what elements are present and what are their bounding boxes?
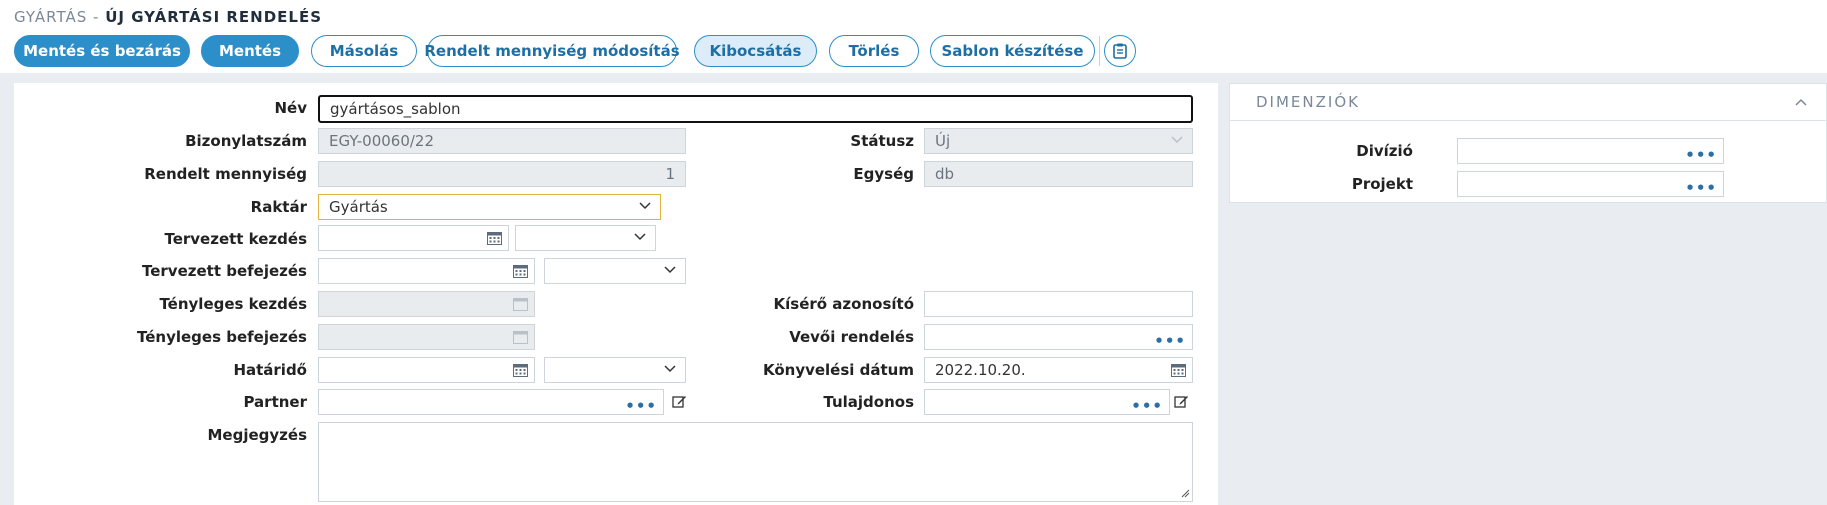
deadline-time-select[interactable] (544, 357, 686, 383)
save-and-close-button[interactable]: Mentés és bezárás (14, 35, 190, 67)
doc-number-value: EGY-00060/22 (329, 132, 435, 150)
deadline-date-input[interactable] (318, 357, 535, 383)
posting-date-input[interactable]: 2022.10.20. (924, 357, 1193, 383)
clipboard-icon (1113, 43, 1127, 59)
note-textarea[interactable] (318, 422, 1193, 502)
owner-label: Tulajdonos (823, 393, 914, 411)
posting-date-label: Könyvelési dátum (762, 361, 914, 379)
warehouse-value: Gyártás (329, 198, 388, 216)
page-title: GYÁRTÁS - ÚJ GYÁRTÁSI RENDELÉS (14, 8, 322, 26)
calendar-icon[interactable] (487, 231, 502, 245)
clipboard-button[interactable] (1104, 35, 1136, 67)
resize-handle-icon[interactable] (1180, 488, 1190, 498)
more-icon[interactable]: ••• (1154, 334, 1186, 349)
doc-number-field: EGY-00060/22 (318, 128, 686, 154)
customer-order-label: Vevői rendelés (789, 328, 914, 346)
name-input[interactable]: gyártásos_sablon (318, 95, 1193, 123)
calendar-icon[interactable] (513, 264, 528, 278)
toolbar-divider (1099, 36, 1100, 66)
more-icon[interactable]: ••• (1685, 148, 1717, 163)
posting-date-value: 2022.10.20. (935, 361, 1026, 379)
calendar-icon[interactable] (1171, 363, 1186, 377)
escort-id-label: Kísérő azonosító (773, 295, 914, 313)
warehouse-select[interactable]: Gyártás (318, 194, 661, 220)
doc-number-label: Bizonylatszám (185, 132, 307, 150)
actual-start-date-field (318, 291, 535, 317)
calendar-icon[interactable] (513, 363, 528, 377)
create-template-button[interactable]: Sablon készítése (930, 35, 1095, 67)
planned-end-label: Tervezett befejezés (142, 262, 307, 280)
copy-button[interactable]: Másolás (311, 35, 417, 67)
calendar-icon (513, 298, 528, 311)
chevron-up-icon[interactable] (1795, 98, 1807, 106)
delete-button[interactable]: Törlés (829, 35, 919, 67)
edit-icon[interactable] (1174, 394, 1189, 409)
issue-button[interactable]: Kibocsátás (694, 35, 817, 67)
save-button[interactable]: Mentés (201, 35, 299, 67)
project-label: Projekt (1351, 175, 1413, 193)
planned-start-label: Tervezett kezdés (164, 230, 307, 248)
actual-end-date-field (318, 324, 535, 350)
name-label: Név (274, 99, 307, 117)
chevron-down-icon (634, 233, 646, 241)
unit-label: Egység (853, 165, 914, 183)
escort-id-input[interactable] (924, 291, 1193, 317)
planned-start-time-select[interactable] (515, 225, 656, 251)
ordered-qty-label: Rendelt mennyiség (144, 165, 307, 183)
breadcrumb: GYÁRTÁS - (14, 8, 100, 26)
deadline-label: Határidő (233, 361, 307, 379)
actual-start-label: Tényleges kezdés (159, 295, 307, 313)
division-label: Divízió (1356, 142, 1413, 160)
customer-order-lookup-input[interactable]: ••• (924, 324, 1193, 350)
more-icon[interactable]: ••• (1131, 399, 1163, 414)
name-value: gyártásos_sablon (330, 100, 461, 118)
owner-lookup-input[interactable]: ••• (924, 389, 1170, 415)
ordered-qty-value: 1 (665, 165, 675, 183)
actual-end-label: Tényleges befejezés (136, 328, 307, 346)
status-value: Új (935, 132, 951, 150)
dimensions-divider (1229, 120, 1827, 121)
planned-start-date-input[interactable] (318, 225, 509, 251)
more-icon[interactable]: ••• (1685, 181, 1717, 196)
dimensions-title: DIMENZIÓK (1256, 93, 1360, 111)
chevron-down-icon (664, 266, 676, 274)
note-label: Megjegyzés (207, 426, 308, 444)
modify-ordered-quantity-button[interactable]: Rendelt mennyiség módosítás (424, 35, 680, 67)
chevron-down-icon (639, 202, 651, 210)
ordered-qty-field: 1 (318, 161, 686, 187)
partner-label: Partner (243, 393, 307, 411)
more-icon[interactable]: ••• (625, 399, 657, 414)
warehouse-label: Raktár (250, 198, 307, 216)
partner-lookup-input[interactable]: ••• (318, 389, 664, 415)
chevron-down-icon (664, 365, 676, 373)
project-lookup-input[interactable]: ••• (1457, 171, 1724, 197)
division-lookup-input[interactable]: ••• (1457, 138, 1724, 164)
status-label: Státusz (850, 132, 914, 150)
edit-icon[interactable] (672, 394, 687, 409)
unit-field: db (924, 161, 1193, 187)
calendar-icon (513, 331, 528, 344)
status-select: Új (924, 128, 1193, 154)
chevron-down-icon (1171, 136, 1183, 144)
planned-end-date-input[interactable] (318, 258, 535, 284)
planned-end-time-select[interactable] (544, 258, 686, 284)
page-title-text: ÚJ GYÁRTÁSI RENDELÉS (105, 8, 323, 26)
unit-value: db (935, 165, 955, 183)
